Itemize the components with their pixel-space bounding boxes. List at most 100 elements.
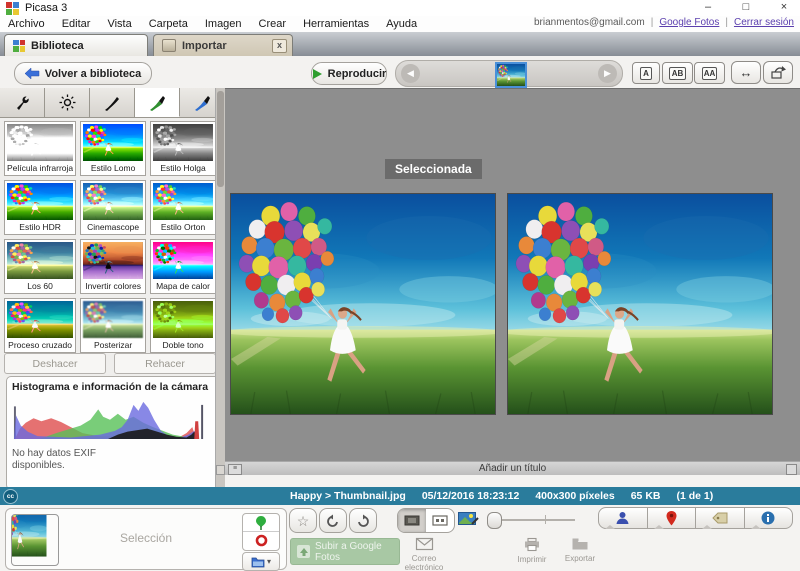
fit-width-button[interactable]: ↔ (731, 61, 761, 84)
close-icon[interactable]: × (776, 0, 792, 15)
single-view-button[interactable] (398, 509, 426, 532)
effect-preview (153, 242, 213, 279)
view-mode-toggle (397, 508, 455, 533)
effect-preview (7, 301, 73, 338)
effect-doble-tono[interactable]: Doble tono (150, 298, 216, 353)
sun-icon (59, 94, 76, 111)
separator: | (651, 17, 654, 28)
effect-estilo-lomo[interactable]: Estilo Lomo (80, 121, 146, 176)
title-bar: Picasa 3 – □ × (0, 0, 800, 16)
rotate-right-icon (356, 514, 370, 528)
export-button[interactable]: Exportar (558, 538, 602, 563)
back-label: Volver a biblioteca (45, 68, 141, 80)
menu-imagen[interactable]: Imagen (205, 18, 242, 30)
menu-archivo[interactable]: Archivo (8, 18, 45, 30)
green-brush-icon (149, 94, 166, 111)
redo-button[interactable]: Rehacer (114, 353, 216, 374)
status-datetime: 05/12/2016 18:23:12 (422, 490, 520, 502)
tab-basic-fixes[interactable] (0, 88, 45, 117)
zoom-slider[interactable] (487, 508, 579, 530)
edit-photo-icon[interactable] (458, 511, 479, 526)
play-icon (312, 69, 322, 79)
tab-importar[interactable]: Importar x (153, 34, 293, 56)
selected-badge: Seleccionada (385, 159, 482, 179)
effect-mapa-de-calor[interactable]: Mapa de calor (150, 239, 216, 294)
star-button[interactable]: ☆ (289, 508, 317, 533)
blue-brush-icon (194, 94, 211, 111)
hold-selection-button[interactable] (243, 514, 279, 532)
scrollbar-thumb[interactable] (217, 91, 224, 187)
tab-effects-green[interactable] (135, 88, 180, 117)
effect-los-60[interactable]: Los 60 (4, 239, 76, 294)
tab-effects-basic[interactable] (90, 88, 135, 117)
tray-photo-thumbnail[interactable] (11, 514, 59, 566)
effect-preview (7, 242, 73, 279)
map-pin-icon (666, 511, 677, 526)
green-pin-icon (255, 516, 267, 530)
effect-posterizar[interactable]: Posterizar (80, 298, 146, 353)
library-grid-icon (13, 40, 25, 52)
rotate-left-button[interactable] (319, 508, 347, 533)
arrow-left-icon (25, 68, 39, 79)
caption-bar: ≡ Añadir un título (225, 461, 800, 475)
google-photos-link[interactable]: Google Fotos (659, 17, 719, 28)
effect-cinemascope[interactable]: Cinemascope (80, 180, 146, 235)
view-single-button[interactable]: A (632, 62, 660, 84)
effect-estilo-holga[interactable]: Estilo Holga (150, 121, 216, 176)
view-duplicate-button[interactable]: AA (694, 62, 725, 84)
effects-scrollbar[interactable] (215, 88, 225, 487)
undo-button[interactable]: Deshacer (4, 353, 106, 374)
effect-estilo-orton[interactable]: Estilo Orton (150, 180, 216, 235)
menu-herramientas[interactable]: Herramientas (303, 18, 369, 30)
print-label: Imprimir (510, 555, 554, 564)
scrollbar-arrow[interactable] (216, 465, 225, 475)
photo-compare[interactable] (507, 193, 773, 415)
play-button[interactable]: Reproducir (311, 62, 387, 85)
star-icon: ☆ (297, 514, 310, 528)
effect-preview (83, 124, 143, 161)
next-photo-icon[interactable]: ▶ (598, 64, 617, 83)
rotate-right-button[interactable] (349, 508, 377, 533)
effect-estilo-hdr[interactable]: Estilo HDR (4, 180, 76, 235)
properties-button[interactable] (745, 507, 794, 529)
menu-vista[interactable]: Vista (107, 18, 131, 30)
menu-crear[interactable]: Crear (259, 18, 287, 30)
places-button[interactable] (648, 507, 697, 529)
photo-selected[interactable] (230, 193, 496, 415)
email-button[interactable]: Correo electrónico (400, 538, 448, 571)
import-icon (162, 39, 176, 52)
grid-view-button[interactable] (426, 509, 454, 532)
menu-ayuda[interactable]: Ayuda (386, 18, 417, 30)
current-photo-thumbnail[interactable] (495, 62, 527, 88)
menu-carpeta[interactable]: Carpeta (149, 18, 188, 30)
effects-grid: Película infrarroja Estilo Lomo Estilo H… (4, 121, 216, 353)
caption-options-icon[interactable] (786, 464, 797, 475)
zoom-track[interactable] (493, 519, 575, 521)
effect-proceso-cruzado[interactable]: Proceso cruzado (4, 298, 76, 353)
zoom-handle[interactable] (487, 512, 502, 529)
rgb-histogram (12, 396, 208, 442)
people-button[interactable] (598, 507, 648, 529)
creative-commons-icon[interactable]: cc (3, 489, 18, 504)
caption-input[interactable]: Añadir un título (225, 462, 800, 475)
clear-selection-button[interactable] (243, 532, 279, 549)
back-to-library-button[interactable]: Volver a biblioteca (14, 62, 152, 85)
tab-lighting[interactable] (45, 88, 90, 117)
tab-close-icon[interactable]: x (272, 39, 287, 53)
menu-editar[interactable]: Editar (62, 18, 91, 30)
print-button[interactable]: Imprimir (510, 538, 554, 564)
tags-button[interactable] (696, 507, 745, 529)
logout-link[interactable]: Cerrar sesión (734, 17, 794, 28)
view-side-by-side-button[interactable]: AB (662, 62, 693, 84)
effect-pelicula-infrarroja[interactable]: Película infrarroja (4, 121, 76, 176)
picasa-window: Picasa 3 – □ × Archivo Editar Vista Carp… (0, 0, 800, 571)
apply-to-photo-button[interactable] (763, 61, 793, 84)
prev-photo-icon[interactable]: ◀ (401, 64, 420, 83)
upload-google-photos-button[interactable]: Subir a Google Fotos (290, 538, 400, 565)
tab-biblioteca[interactable]: Biblioteca (4, 34, 148, 56)
minimize-icon[interactable]: – (700, 0, 716, 15)
effect-invertir-colores[interactable]: Invertir colores (80, 239, 146, 294)
add-to-album-button[interactable]: ▾ (242, 552, 280, 571)
maximize-icon[interactable]: □ (738, 0, 754, 15)
upload-icon (297, 545, 310, 558)
